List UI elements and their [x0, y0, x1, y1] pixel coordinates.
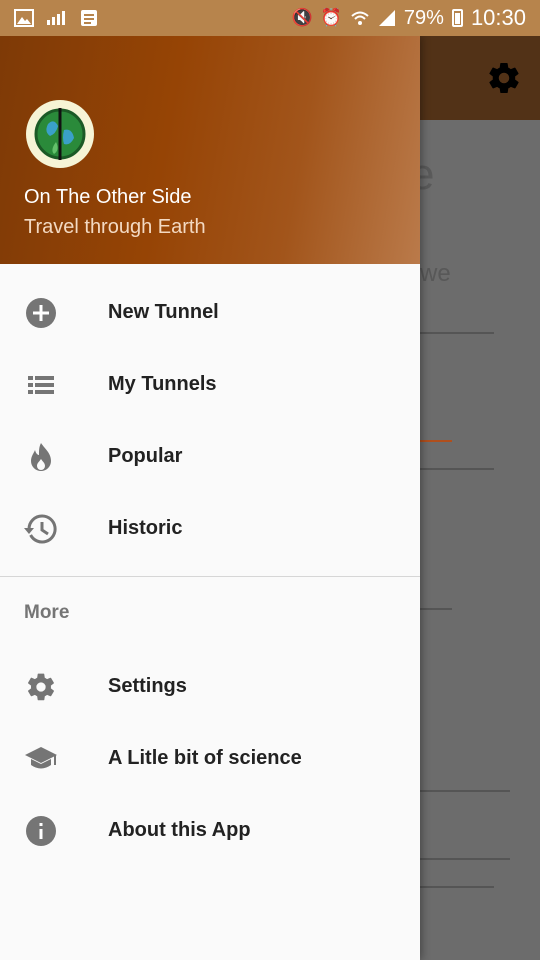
- menu-item-new-tunnel[interactable]: New Tunnel: [0, 276, 420, 348]
- menu-item-popular[interactable]: Popular: [0, 420, 420, 492]
- globe-icon: [34, 108, 86, 160]
- list-icon: [24, 368, 58, 402]
- info-icon: [24, 814, 58, 848]
- menu-item-label: A Litle bit of science: [108, 747, 302, 769]
- app-logo: [26, 100, 94, 168]
- drawer-header: On The Other Side Travel through Earth: [0, 36, 420, 264]
- app-name: On The Other Side: [24, 186, 192, 208]
- background-divider: [420, 858, 510, 860]
- status-bar: 🔇 ⏰ 79% 10:30: [0, 0, 540, 36]
- background-accent-line: [420, 440, 452, 442]
- navigation-drawer: On The Other Side Travel through Earth N…: [0, 36, 420, 960]
- menu-item-settings[interactable]: Settings: [0, 650, 420, 722]
- menu-item-historic[interactable]: Historic: [0, 492, 420, 564]
- flame-icon: [24, 440, 58, 474]
- background-divider: [420, 790, 510, 792]
- menu-item-label: New Tunnel: [108, 301, 219, 323]
- menu-item-label: Popular: [108, 445, 183, 467]
- section-heading-more: More: [24, 602, 70, 623]
- alarm-icon: ⏰: [320, 8, 342, 27]
- menu-item-label: Historic: [108, 517, 183, 539]
- wifi-icon: [351, 11, 369, 25]
- background-divider: [420, 608, 452, 610]
- app-tagline: Travel through Earth: [24, 216, 206, 238]
- status-right: 🔇 ⏰ 79% 10:30: [292, 0, 526, 36]
- battery-percent: 79%: [403, 6, 444, 29]
- menu-item-about[interactable]: About this App: [0, 794, 420, 866]
- menu-item-science[interactable]: A Litle bit of science: [0, 722, 420, 794]
- background-divider: [420, 468, 494, 470]
- history-icon: [24, 512, 58, 546]
- document-notification-icon: [81, 10, 97, 26]
- gear-icon: [24, 670, 58, 704]
- menu-item-label: My Tunnels: [108, 373, 217, 395]
- toolbar-gear-icon[interactable]: [486, 60, 522, 96]
- menu-divider: [0, 576, 420, 577]
- school-icon: [24, 742, 58, 776]
- image-notification-icon: [14, 9, 34, 27]
- background-divider: [420, 332, 494, 334]
- battery-icon: [451, 9, 463, 27]
- background-divider: [420, 886, 494, 888]
- add-circle-icon: [24, 296, 58, 330]
- menu-item-label: About this App: [108, 819, 251, 841]
- clock: 10:30: [470, 5, 526, 30]
- mute-icon: 🔇: [291, 8, 313, 27]
- status-left: [14, 0, 98, 36]
- background-text-fragment: we: [420, 260, 451, 287]
- menu-item-my-tunnels[interactable]: My Tunnels: [0, 348, 420, 420]
- cell-signal-icon: [378, 10, 395, 26]
- signal-strength-icon: [47, 11, 65, 25]
- menu-item-label: Settings: [108, 675, 187, 697]
